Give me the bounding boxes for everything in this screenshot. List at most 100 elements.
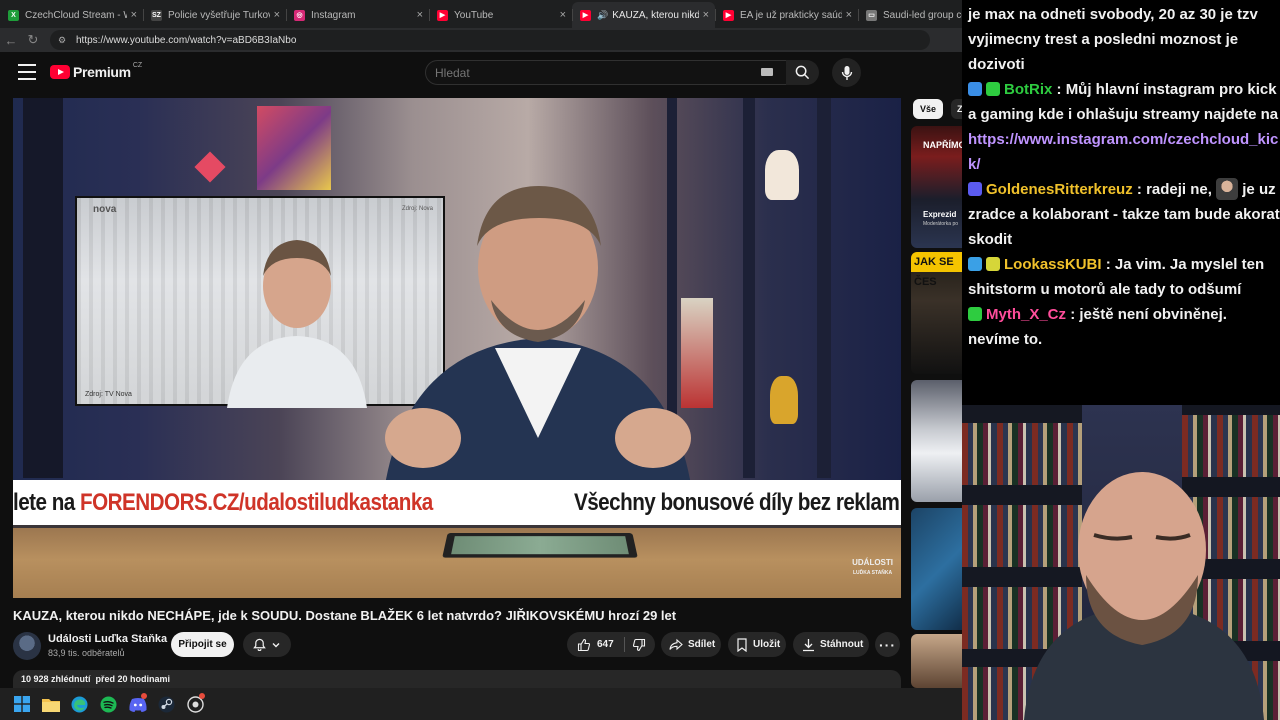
search-input[interactable]: [435, 65, 755, 80]
video-player[interactable]: nova Zdroj: Nova Zdroj: TV Nova lete na …: [13, 98, 901, 598]
speaker-icon[interactable]: 🔊: [597, 10, 608, 21]
like-dislike-group: 647: [567, 632, 655, 657]
voice-search-button[interactable]: [832, 58, 861, 87]
site-info-icon[interactable]: ⚙: [58, 35, 70, 45]
browser-tab[interactable]: ▭ Saudi-led group complet: [858, 2, 962, 28]
owner-row: Události Luďka Staňka 83,9 tis. odběrate…: [13, 630, 962, 666]
browser-tab[interactable]: ▶ EA je už prakticky saúdská. E ×: [715, 2, 858, 28]
browser-tab-bar: X CzechCloud Stream - Watch × SZ Policie vyš…: [0, 0, 962, 28]
inset-logo: nova: [93, 204, 117, 215]
streamer: [1024, 472, 1264, 720]
youtube-icon: ▶: [723, 9, 734, 21]
promo-left: lete na FORENDORS.CZ/udalostiludkastanka: [13, 488, 433, 516]
spotify-button[interactable]: [94, 688, 123, 720]
close-tab-icon[interactable]: ×: [417, 9, 423, 21]
chat-message: Myth_X_Cz : ještě není obviněnej. nevíme…: [968, 306, 1227, 348]
tab-title: Policie vyšetřuje Turkovu nel: [168, 9, 270, 21]
channel-avatar[interactable]: [13, 632, 41, 660]
back-icon[interactable]: ←: [0, 33, 22, 48]
edge-button[interactable]: [65, 688, 94, 720]
discord-button[interactable]: [123, 688, 152, 720]
tab-title: KAUZA, kterou nikdo NE: [612, 9, 699, 21]
recommended-thumbnail[interactable]: NAPŘÍMO Exprezid Moderátorka po: [911, 126, 962, 248]
keyboard-icon[interactable]: [761, 68, 773, 76]
chat-username[interactable]: Myth_X_Cz: [986, 306, 1066, 323]
youtube-icon: ▶: [580, 9, 591, 21]
download-label: Stáhnout: [820, 639, 864, 650]
close-tab-icon[interactable]: ×: [560, 9, 566, 21]
menu-icon[interactable]: [18, 64, 36, 80]
close-tab-icon[interactable]: ×: [703, 9, 709, 21]
channel-name[interactable]: Události Luďka Staňka: [48, 633, 167, 645]
instagram-icon: ◎: [294, 9, 305, 21]
save-label: Uložit: [753, 639, 781, 650]
thumb-label: JAK SE ČES: [911, 252, 962, 288]
windows-start-button[interactable]: [7, 688, 36, 720]
recommended-thumbnail[interactable]: [911, 634, 962, 688]
windows-taskbar: [0, 688, 962, 720]
download-button[interactable]: Stáhnout: [793, 632, 869, 657]
browser-tab[interactable]: X CzechCloud Stream - Watch ×: [0, 2, 143, 28]
inset-person: [227, 240, 367, 408]
chat-username[interactable]: BotRix: [1004, 81, 1052, 98]
chat-badge-icon: [986, 82, 1000, 96]
edge-icon: [71, 696, 88, 712]
reload-icon[interactable]: ↻: [22, 32, 44, 48]
youtube-page: Premium CZ no: [0, 52, 962, 688]
tab-title: CzechCloud Stream - Watch: [25, 9, 127, 21]
chip-second[interactable]: Z: [951, 99, 962, 119]
subscriber-count: 83,9 tis. odběratelů: [48, 648, 125, 658]
shelf: [23, 98, 63, 478]
chat-badge-icon: [986, 257, 1000, 271]
chat-message: LookassKUBI : Ja vim. Ja myslel ten shit…: [968, 256, 1265, 298]
recorder-button[interactable]: [181, 688, 210, 720]
thumbs-down-icon: [632, 638, 645, 651]
chip-all[interactable]: Vše: [913, 99, 943, 119]
share-button[interactable]: Sdílet: [661, 632, 721, 657]
chat-badge-icon: [968, 82, 982, 96]
browser-tab[interactable]: SZ Policie vyšetřuje Turkovu nel ×: [143, 2, 286, 28]
thumbs-up-icon: [577, 638, 591, 651]
save-button[interactable]: Uložit: [728, 632, 786, 657]
inset-source: Zdroj: TV Nova: [85, 391, 132, 398]
tab-title: Saudi-led group complet: [883, 9, 962, 21]
recommended-thumbnail[interactable]: [911, 508, 962, 630]
recommended-thumbnail[interactable]: [911, 380, 962, 502]
bell-icon: [253, 638, 266, 651]
browser-toolbar: ← ↻ ⚙ https://www.youtube.com/watch?v=aB…: [0, 28, 962, 52]
more-actions-button[interactable]: ···: [875, 632, 900, 657]
close-tab-icon[interactable]: ×: [274, 9, 280, 21]
search-button[interactable]: [786, 60, 819, 85]
browser-tab[interactable]: ▶ 🔊 KAUZA, kterou nikdo NE ×: [572, 2, 715, 28]
like-count: 647: [597, 639, 614, 650]
youtube-logo[interactable]: Premium CZ: [50, 62, 142, 80]
chat-username[interactable]: GoldenesRitterkreuz: [986, 181, 1133, 198]
browser-tab[interactable]: ◎ Instagram ×: [286, 2, 429, 28]
chat-emote-icon: [1216, 178, 1239, 200]
bookmark-icon: [737, 637, 747, 652]
browser-tab[interactable]: ▶ YouTube ×: [429, 2, 572, 28]
channel-watermark: UDÁLOSTI LUĎKA STAŇKA: [852, 558, 893, 576]
close-tab-icon[interactable]: ×: [131, 9, 137, 21]
sz-icon: SZ: [151, 9, 162, 21]
file-explorer-button[interactable]: [36, 688, 65, 720]
close-tab-icon[interactable]: ×: [846, 9, 852, 21]
address-bar[interactable]: ⚙ https://www.youtube.com/watch?v=aBD6B3…: [50, 30, 930, 50]
description-box[interactable]: 10 928 zhlédnutí před 20 hodinami: [13, 670, 901, 688]
shelf: [817, 98, 831, 478]
tab-title: YouTube: [454, 9, 494, 21]
steam-button[interactable]: [152, 688, 181, 720]
tab-title: EA je už prakticky saúdská. E: [740, 9, 842, 21]
dislike-button[interactable]: [625, 632, 653, 657]
page-icon: ▭: [866, 9, 877, 21]
windows-icon: [13, 696, 30, 712]
chat-username[interactable]: LookassKUBI: [1004, 256, 1102, 273]
chat-link[interactable]: https://www.instagram.com/czechcloud_kic…: [968, 131, 1278, 173]
recommended-thumbnail[interactable]: JAK SE ČES: [911, 252, 962, 374]
search-box[interactable]: [425, 60, 787, 85]
chevron-down-icon: [272, 642, 280, 647]
like-button[interactable]: 647: [567, 632, 614, 657]
notification-button[interactable]: [243, 632, 291, 657]
join-button[interactable]: Připojit se: [171, 632, 234, 657]
xbox-icon: X: [8, 9, 19, 21]
